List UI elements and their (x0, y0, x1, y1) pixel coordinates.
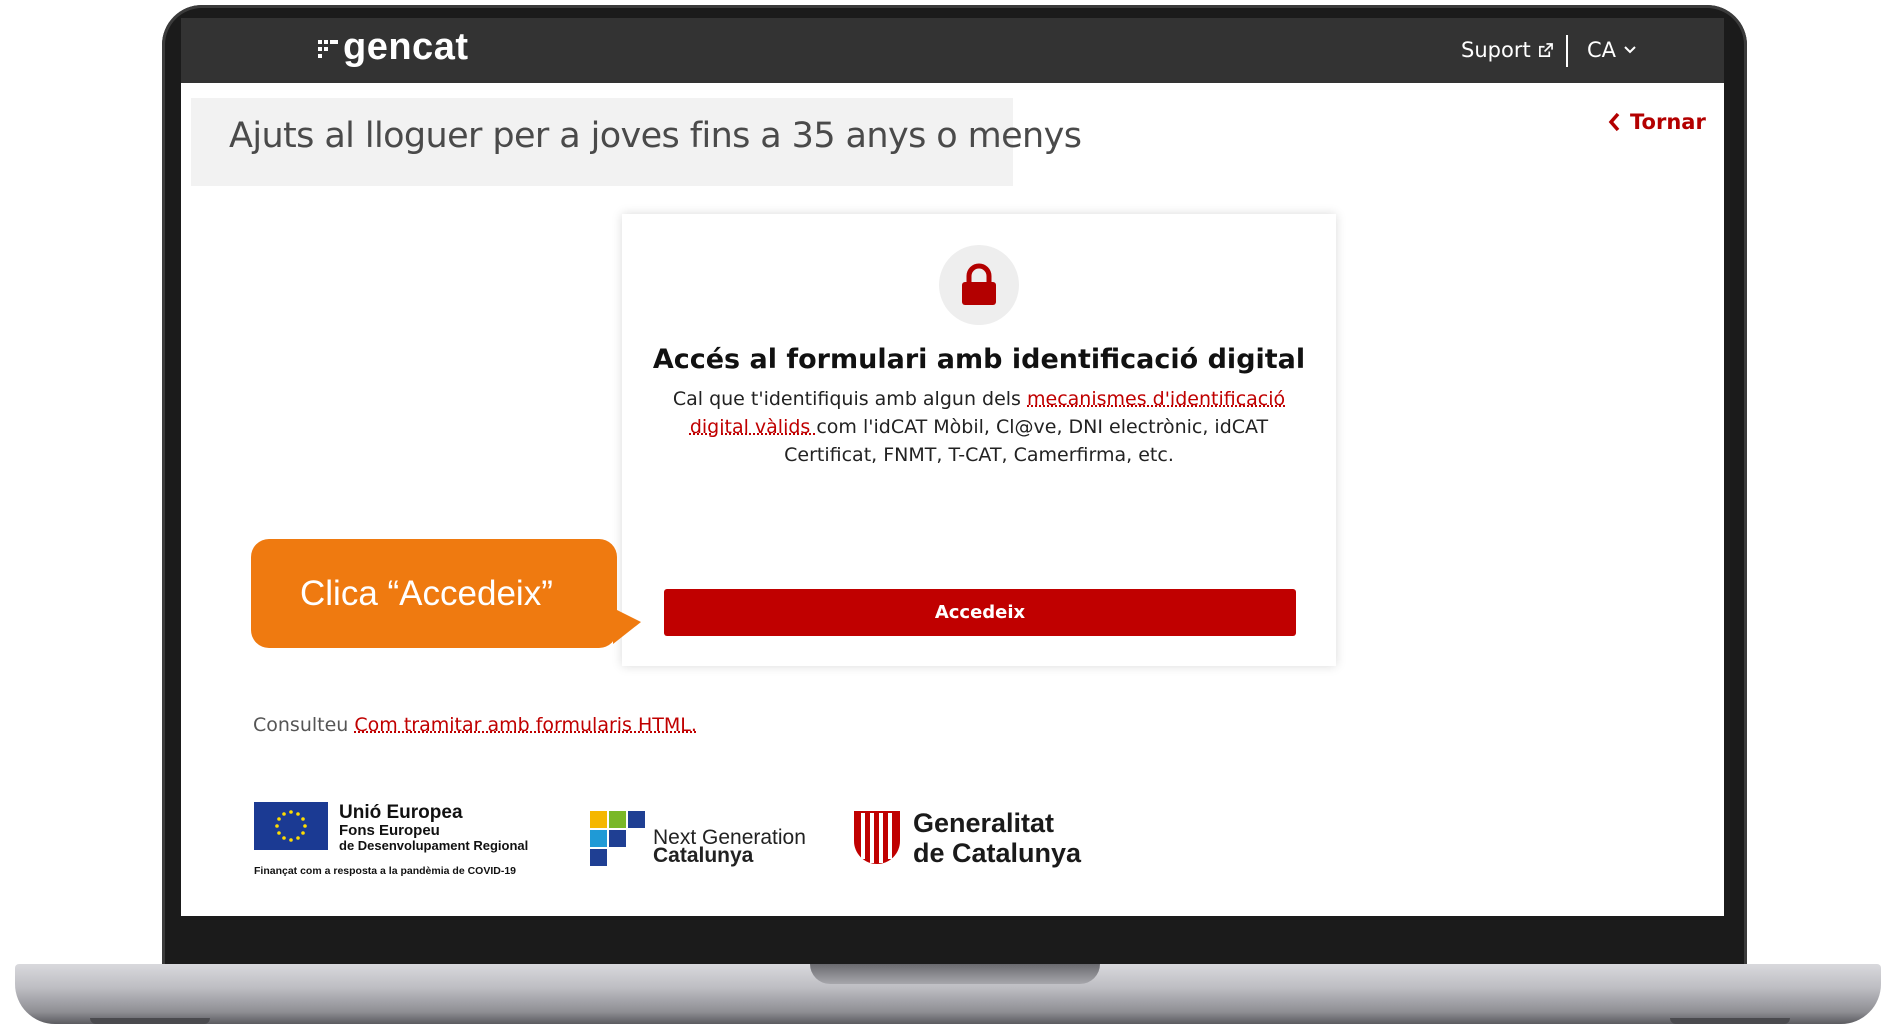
header-separator (1566, 35, 1568, 67)
generalitat-line2: de Catalunya (913, 838, 1082, 868)
laptop-foot-right (1670, 1018, 1790, 1024)
support-label: Suport (1461, 38, 1531, 62)
browser-screen: gencat Suport CA Ajuts al lloguer per a … (181, 18, 1724, 916)
eu-logo-fund-line2: de Desenvolupament Regional (339, 838, 529, 853)
card-heading: Accés al formulari amb identificació dig… (652, 344, 1306, 375)
instruction-callout: Clica “Accedeix” (251, 539, 617, 648)
laptop-notch (810, 964, 1100, 984)
back-link[interactable]: Tornar (1608, 110, 1706, 134)
generalitat-line1: Generalitat (913, 808, 1055, 838)
consult-prefix: Consulteu (253, 714, 355, 736)
card-description-text-end: com l'idCAT Mòbil, Cl@ve, DNI electrònic… (784, 416, 1269, 466)
generalitat-emblem-icon (854, 811, 900, 864)
card-description: Cal que t'identifiquis amb algun dels me… (672, 385, 1286, 469)
eu-stars-icon (275, 810, 307, 842)
callout-text: Clica “Accedeix” (300, 574, 553, 613)
login-card: Accés al formulari amb identificació dig… (622, 214, 1336, 666)
language-selector[interactable]: CA (1587, 38, 1636, 62)
lock-icon (962, 263, 996, 305)
gencat-logo[interactable]: gencat (343, 26, 468, 69)
callout-pointer (613, 608, 641, 644)
external-link-icon (1538, 42, 1553, 57)
support-link[interactable]: Suport (1461, 38, 1553, 62)
chevron-left-icon (1608, 112, 1620, 132)
language-label: CA (1587, 38, 1617, 62)
page-title: Ajuts al lloguer per a joves fins a 35 a… (229, 116, 1082, 156)
laptop-foot-left (90, 1018, 210, 1024)
card-description-text: Cal que t'identifiquis amb algun dels (672, 388, 1027, 410)
accedeix-button[interactable]: Accedeix (664, 589, 1296, 636)
page-title-box: Ajuts al lloguer per a joves fins a 35 a… (191, 98, 1082, 186)
chevron-down-icon (1624, 46, 1636, 54)
top-navigation-bar: gencat Suport CA (181, 18, 1724, 83)
next-generation-logo-icon (590, 811, 645, 866)
html-forms-help-link[interactable]: Com tramitar amb formularis HTML. (354, 714, 697, 736)
consult-text: Consulteu Com tramitar amb formularis HT… (253, 714, 697, 736)
back-label: Tornar (1630, 110, 1706, 134)
eu-logo-title: Unió Europea (339, 802, 463, 823)
next-generation-line2: Catalunya (653, 844, 754, 867)
lock-badge (939, 245, 1019, 325)
eu-logo-fund-line1: Fons Europeu (339, 822, 440, 839)
eu-flag-logo (254, 802, 328, 850)
gencat-logo-mark-icon (318, 40, 338, 58)
eu-logo-note: Finançat com a resposta a la pandèmia de… (254, 865, 517, 877)
